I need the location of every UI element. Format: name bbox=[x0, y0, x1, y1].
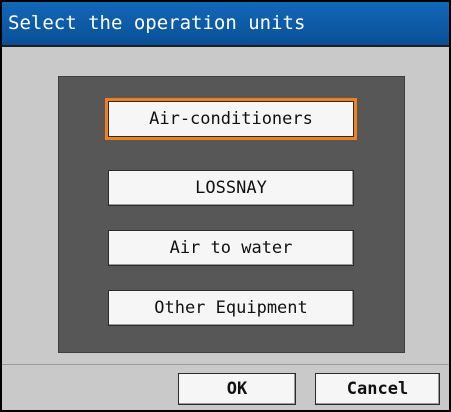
lossnay-button[interactable]: LOSSNAY bbox=[108, 170, 354, 206]
unit-options-panel: Air-conditioners LOSSNAY Air to water Ot… bbox=[58, 76, 405, 353]
cancel-button[interactable]: Cancel bbox=[315, 373, 440, 405]
ok-button[interactable]: OK bbox=[178, 373, 296, 405]
dialog-title: Select the operation units bbox=[2, 2, 449, 45]
title-divider bbox=[2, 45, 449, 47]
air-to-water-button[interactable]: Air to water bbox=[108, 230, 354, 266]
air-conditioners-button[interactable]: Air-conditioners bbox=[105, 98, 357, 140]
footer-divider bbox=[2, 364, 449, 365]
other-equipment-button[interactable]: Other Equipment bbox=[108, 290, 354, 326]
select-units-dialog: Select the operation units Air-condition… bbox=[0, 0, 451, 412]
